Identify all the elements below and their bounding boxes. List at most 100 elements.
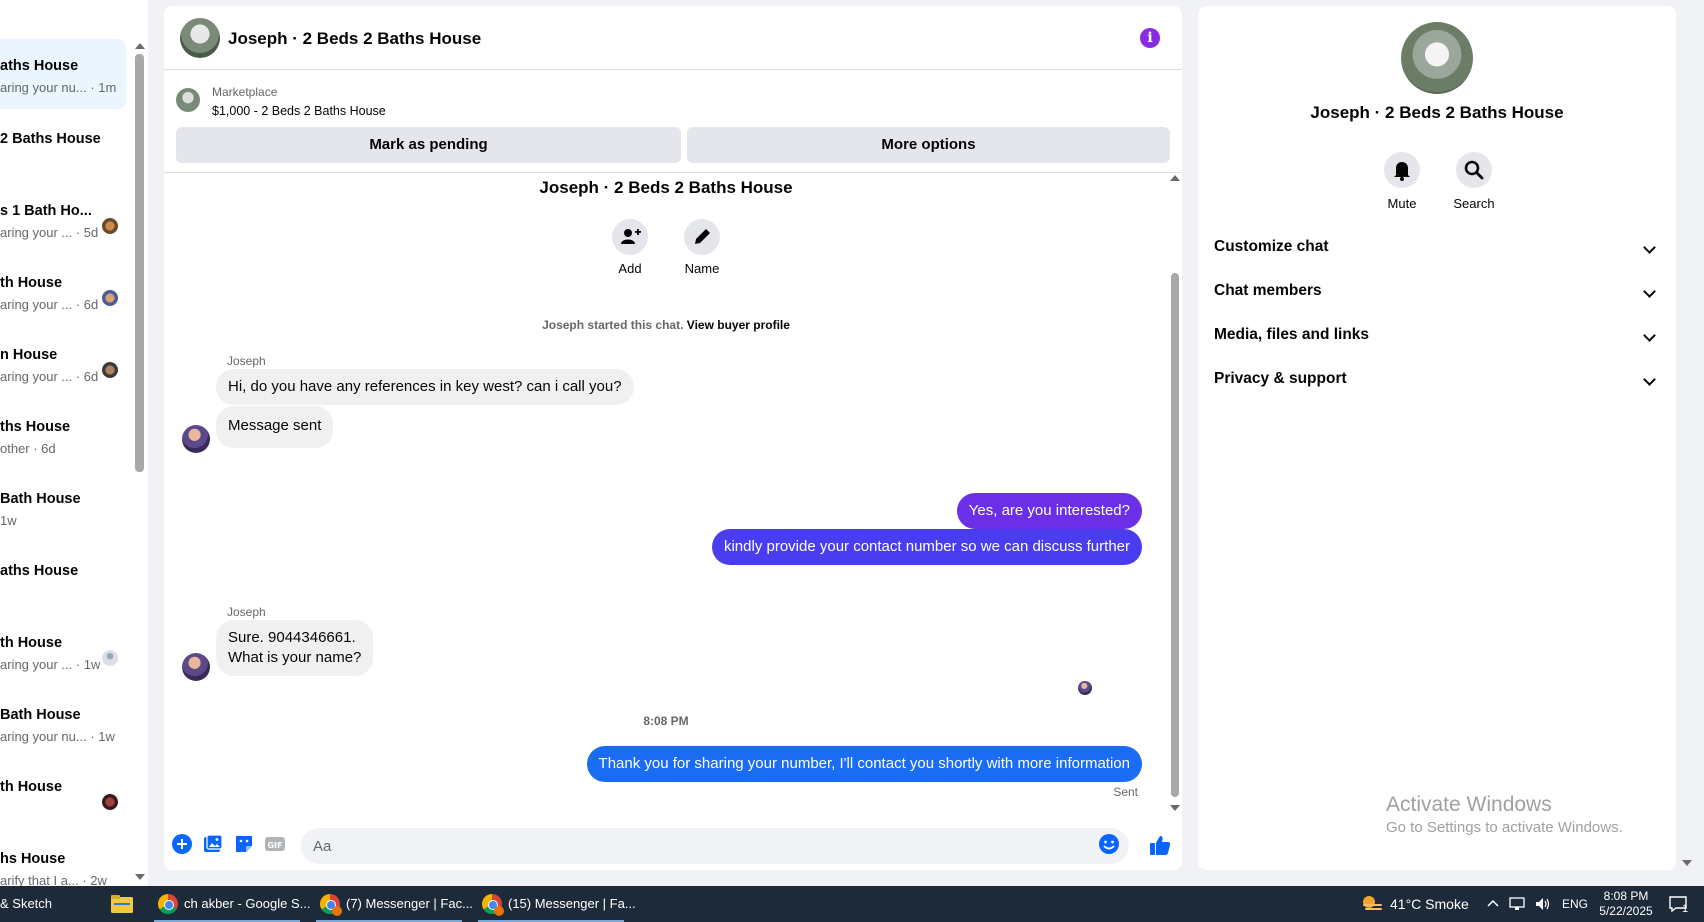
conversation-item[interactable]: 2 Baths House: [0, 112, 126, 184]
weather-smoke-icon[interactable]: [1360, 894, 1384, 914]
taskbar-window-title: (15) Messenger | Fa...: [508, 896, 636, 911]
speaker-icon[interactable]: [1534, 896, 1552, 912]
conversation-item[interactable]: n House aring your ... · 6d: [0, 328, 126, 400]
network-icon[interactable]: [1508, 896, 1526, 912]
taskbar-clock[interactable]: 8:08 PM 5/22/2025: [1596, 889, 1656, 919]
plus-circle-icon[interactable]: [171, 833, 193, 855]
taskbar-window-title: ch akber - Google S...: [184, 896, 311, 911]
conversation-snippet: other · 6d: [0, 441, 56, 456]
conversation-item[interactable]: th House aring your ... · 6d: [0, 256, 126, 328]
sender-avatar[interactable]: [182, 425, 210, 453]
view-buyer-profile-link[interactable]: View buyer profile: [687, 318, 790, 332]
conversation-heading: Joseph · 2 Beds 2 Baths House: [539, 178, 793, 197]
photo-icon[interactable]: [202, 833, 224, 855]
taskbar-chrome-google-sheets[interactable]: ch akber - Google S...: [154, 886, 310, 922]
sent-status: Sent: [1113, 785, 1138, 799]
windows-taskbar: & Sketch ch akber - Google S... (7) Mess…: [0, 886, 1704, 922]
conversation-list-scrollbar[interactable]: [135, 40, 145, 880]
chat-members-section[interactable]: Chat members: [1214, 271, 1660, 311]
sticker-icon[interactable]: [233, 833, 255, 855]
scroll-down-arrow-icon[interactable]: [135, 874, 145, 880]
notification-count: 1: [1682, 903, 1689, 915]
section-label: Chat members: [1214, 282, 1322, 299]
avatar: [102, 290, 118, 306]
mark-as-pending-button[interactable]: Mark as pending: [176, 127, 681, 163]
thumbs-up-icon[interactable]: [1148, 833, 1172, 857]
media-files-links-section[interactable]: Media, files and links: [1214, 315, 1660, 355]
notification-badge-icon: [494, 906, 504, 916]
message-timestamp: 8:08 PM: [643, 714, 689, 728]
conversation-item[interactable]: th House aring your ... · 1w: [0, 616, 126, 688]
message-line: What is your name?: [228, 649, 362, 666]
scroll-up-arrow-icon[interactable]: [135, 43, 145, 49]
chat-avatar[interactable]: [180, 18, 220, 58]
chevron-down-icon: [1643, 241, 1656, 254]
file-explorer-icon[interactable]: [110, 894, 134, 914]
info-icon[interactable]: i: [1140, 28, 1160, 48]
chat-title[interactable]: Joseph · 2 Beds 2 Baths House: [228, 29, 481, 49]
conversation-snippet: aring your nu... · 1m: [0, 80, 117, 95]
conversation-item[interactable]: aths House aring your nu... · 1m: [0, 39, 126, 109]
outgoing-message[interactable]: kindly provide your contact number so we…: [711, 529, 1142, 565]
clock-time: 8:08 PM: [1603, 889, 1649, 903]
outgoing-message[interactable]: Thank you for sharing your number, I'll …: [586, 746, 1142, 782]
avatar: [102, 650, 118, 666]
conversation-title: ths House: [0, 419, 71, 435]
scroll-up-arrow-icon[interactable]: [1170, 175, 1180, 181]
listing-title[interactable]: $1,000 - 2 Beds 2 Baths House: [212, 104, 386, 118]
page-scroll-down-arrow-icon[interactable]: [1682, 860, 1692, 866]
section-label: Customize chat: [1214, 238, 1329, 255]
conversation-title: Bath House: [0, 707, 81, 723]
conversation-item[interactable]: s 1 Bath Ho... aring your ... · 5d: [0, 184, 126, 256]
chevron-up-icon[interactable]: [1487, 898, 1499, 908]
message-thread: Joseph · 2 Beds 2 Baths House Add Name J…: [164, 173, 1168, 820]
conversation-snippet: arify that I a... · 2w: [0, 873, 107, 886]
scrollbar-thumb[interactable]: [135, 54, 144, 472]
conversation-title: aths House: [0, 58, 79, 74]
taskbar-chrome-messenger-15[interactable]: (15) Messenger | Fa...: [478, 886, 636, 922]
conversation-item[interactable]: th House: [0, 760, 126, 832]
gif-icon[interactable]: GIF: [264, 833, 286, 855]
search-icon: [1464, 160, 1484, 180]
section-label: Privacy & support: [1214, 370, 1347, 387]
conversation-title: aths House: [0, 563, 79, 579]
more-options-button[interactable]: More options: [687, 127, 1170, 163]
conversation-item[interactable]: hs House arify that I a... · 2w: [0, 832, 126, 886]
search-label: Search: [1453, 196, 1495, 211]
message-scrollbar[interactable]: [1168, 173, 1182, 813]
chevron-down-icon: [1643, 329, 1656, 342]
conversation-title: hs House: [0, 851, 66, 867]
chat-header: Joseph · 2 Beds 2 Baths House i: [164, 6, 1182, 70]
conversation-snippet: 1w: [0, 513, 17, 528]
conversation-item[interactable]: Bath House aring your nu... · 1w: [0, 688, 126, 760]
taskbar-chrome-messenger-7[interactable]: (7) Messenger | Fac...: [316, 886, 473, 922]
conversation-item[interactable]: ths House other · 6d: [0, 400, 126, 472]
section-label: Media, files and links: [1214, 326, 1370, 343]
scrollbar-thumb[interactable]: [1171, 273, 1179, 797]
incoming-message[interactable]: Message sent: [216, 406, 334, 448]
message-input[interactable]: [301, 828, 1129, 864]
conversation-item[interactable]: Bath House 1w: [0, 472, 126, 544]
privacy-support-section[interactable]: Privacy & support: [1214, 359, 1660, 399]
conversation-snippet: aring your nu... · 1w: [0, 729, 115, 744]
activate-windows-watermark: Activate Windows Go to Settings to activ…: [1386, 793, 1623, 836]
sender-avatar[interactable]: [182, 653, 210, 681]
scroll-down-arrow-icon[interactable]: [1170, 805, 1180, 811]
search-button[interactable]: [1456, 152, 1492, 188]
conversation-item[interactable]: aths House: [0, 544, 126, 616]
taskbar-app-sketch[interactable]: & Sketch: [0, 886, 52, 922]
incoming-message[interactable]: Sure. 9044346661. What is your name?: [216, 620, 374, 676]
emoji-icon[interactable]: [1098, 833, 1120, 855]
add-people-button[interactable]: [612, 219, 648, 255]
weather-text[interactable]: 41°C Smoke: [1390, 886, 1469, 922]
name-button[interactable]: [684, 219, 720, 255]
language-indicator[interactable]: ENG: [1562, 886, 1588, 922]
outgoing-message[interactable]: Yes, are you interested?: [956, 493, 1142, 529]
mute-label: Mute: [1387, 196, 1417, 211]
incoming-message[interactable]: Hi, do you have any references in key we…: [216, 369, 634, 405]
mute-button[interactable]: [1384, 152, 1420, 188]
panel-avatar[interactable]: [1401, 22, 1473, 94]
customize-chat-section[interactable]: Customize chat: [1214, 227, 1660, 267]
listing-thumbnail[interactable]: [176, 88, 200, 112]
sender-name: Joseph: [227, 354, 266, 368]
